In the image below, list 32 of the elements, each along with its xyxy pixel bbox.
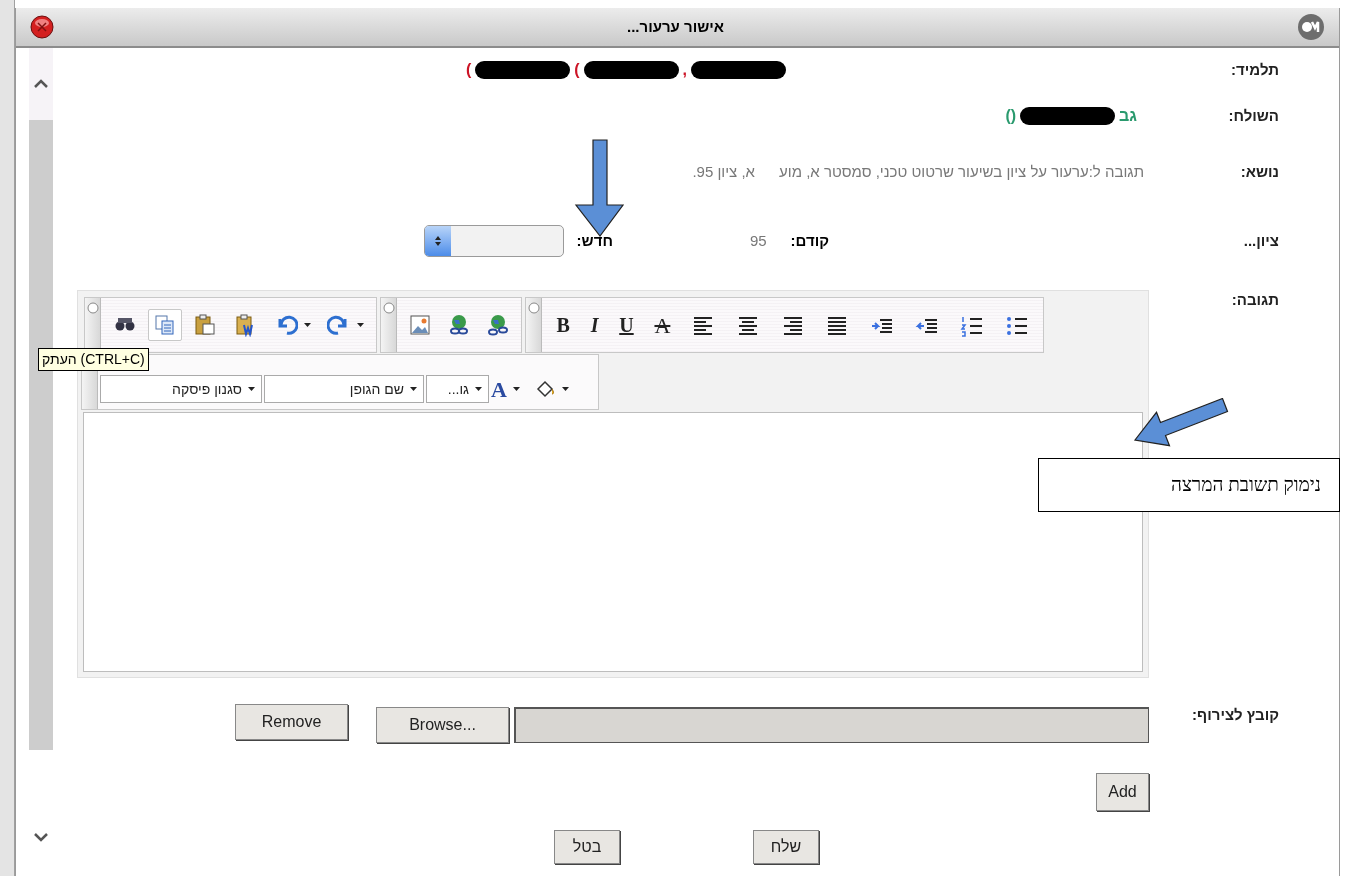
name-text: () — [1005, 106, 1017, 126]
name-text: ( — [574, 60, 580, 80]
font-color-button[interactable]: A — [491, 372, 520, 406]
strike-button[interactable]: A — [649, 309, 676, 341]
name-text: ( — [465, 60, 472, 80]
field-label: תגובה: — [1231, 291, 1279, 308]
italic-button[interactable]: I — [585, 309, 604, 341]
field-label: תלמיד: — [1231, 61, 1279, 78]
field-label: חדש: — [576, 230, 613, 251]
callout-text: נימוק תשובת המרצה — [1171, 472, 1321, 497]
remove-button[interactable]: Remove — [235, 704, 348, 740]
field-label: ציון... — [1243, 232, 1279, 249]
bold-button[interactable]: B — [551, 309, 575, 341]
tooltip: העתק (CTRL+C) — [38, 348, 149, 371]
name-text: , — [682, 60, 688, 80]
grade-value: 95 — [749, 230, 767, 251]
field-label: נושא: — [1240, 163, 1279, 180]
underline-button[interactable]: U — [614, 309, 639, 341]
field-label: קודם: — [790, 230, 829, 251]
subject-text: א, ציון 95. — [692, 161, 756, 182]
field-label: קובץ לצירוף: — [1192, 706, 1279, 723]
dropdown[interactable]: שם הגופן — [264, 375, 424, 403]
window-title: אישור ערעור... — [626, 16, 725, 37]
action-button[interactable]: שלח — [753, 830, 819, 864]
action-button[interactable]: בטל — [554, 830, 620, 864]
add-button[interactable]: Add — [1096, 773, 1149, 811]
browse-button[interactable]: Browse... — [376, 707, 509, 743]
dropdown[interactable]: גו... — [426, 375, 489, 403]
field-label: השולח: — [1228, 107, 1279, 124]
subject-text: תגובה ל:ערעור על ציון בשיעור שרטוט טכני, סמסטר א, מוע — [779, 161, 1144, 182]
dropdown[interactable]: סגנון פיסקה — [100, 375, 262, 403]
name-text: גב — [1119, 106, 1137, 126]
